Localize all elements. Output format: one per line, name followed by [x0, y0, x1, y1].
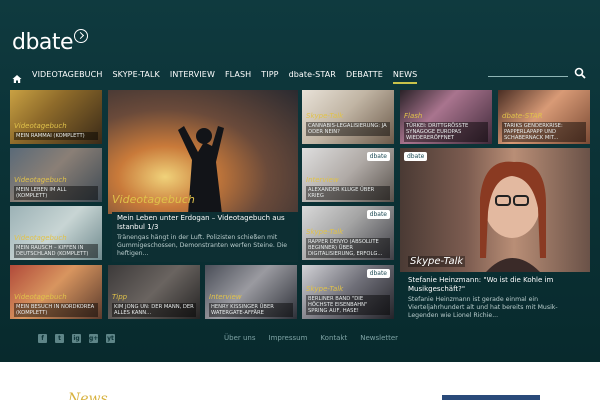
- feature2-description: Stefanie Heinzmann ist gerade einmal ein…: [408, 296, 558, 319]
- logo-play-icon: [74, 29, 88, 43]
- nav-item-videotagebuch[interactable]: VIDEOTAGEBUCH: [32, 70, 102, 79]
- tile-tuerkei-synagoge[interactable]: Flash TÜRKEI: DRITTGRÖSSTE SYNAGOGE EURO…: [400, 90, 492, 144]
- tile-caption: TARIKS GENDERKRISE: PAPPERLAPAPP UND SCH…: [502, 122, 586, 142]
- tile-tariks-genderkrise[interactable]: dbate-STAR TARIKS GENDERKRISE: PAPPERLAP…: [498, 90, 590, 144]
- nav-item-debatte[interactable]: DEBATTE: [346, 70, 383, 79]
- facebook-icon[interactable]: f: [38, 334, 47, 343]
- search-input[interactable]: [488, 64, 568, 76]
- youtube-icon[interactable]: yt: [106, 334, 115, 343]
- tile-category: Flash: [404, 112, 423, 120]
- tile-rapper-denyo[interactable]: dbate Skype-Talk RAPPER DENYO (ABSOLUTE …: [302, 206, 394, 260]
- nav-item-news[interactable]: NEWS: [392, 70, 418, 84]
- feature2-title[interactable]: Stefanie Heinzmann: "Wo ist die Kohle im…: [408, 276, 588, 294]
- tile-category: Skype-Talk: [306, 228, 344, 236]
- dbate-logo[interactable]: dbate: [12, 30, 74, 55]
- feature2-category: Skype-Talk: [408, 256, 466, 267]
- twitter-icon[interactable]: t: [55, 334, 64, 343]
- footer-link-impressum[interactable]: Impressum: [269, 334, 308, 342]
- tile-caption: MEIN RAUSCH – KIFFEN IN DEUTSCHLAND (KOM…: [14, 244, 98, 258]
- footer-links: Über uns Impressum Kontakt Newsletter: [224, 334, 398, 342]
- feature-text-box: Mein Leben unter Erdogan – Videotagebuch…: [112, 212, 298, 262]
- dbate-badge: dbate: [366, 210, 390, 219]
- tile-mein-rammai[interactable]: Videotagebuch MEIN RAMMAI (KOMPLETT): [10, 90, 102, 144]
- feature-description: Tränengas hängt in der Luft. Polizisten …: [117, 234, 288, 257]
- tile-category: Videotagebuch: [14, 234, 67, 242]
- nav-item-flash[interactable]: FLASH: [225, 70, 251, 79]
- nav-item-interview[interactable]: INTERVIEW: [170, 70, 215, 79]
- search-underline: [488, 76, 568, 77]
- tile-category: Videotagebuch: [14, 176, 67, 184]
- tile-caption: MEIN BESUCH IN NORDKOREA (KOMPLETT): [14, 303, 98, 317]
- tile-mein-besuch-nordkorea[interactable]: Videotagebuch MEIN BESUCH IN NORDKOREA (…: [10, 265, 102, 319]
- person-portrait-icon: [480, 161, 546, 272]
- instagram-icon[interactable]: ig: [72, 334, 81, 343]
- dbate-badge: dbate: [366, 269, 390, 278]
- tile-henry-kissinger[interactable]: Interview HENRY KISSINGER ÜBER WATERGATE…: [205, 265, 297, 319]
- home-icon[interactable]: [12, 69, 22, 83]
- tile-category: Skype-Talk: [306, 285, 344, 293]
- footer-link-kontakt[interactable]: Kontakt: [320, 334, 347, 342]
- dbate-badge: dbate: [366, 152, 390, 161]
- tile-mein-rausch[interactable]: Videotagebuch MEIN RAUSCH – KIFFEN IN DE…: [10, 206, 102, 260]
- tile-category: Skype-Talk: [306, 112, 344, 120]
- tile-cannabis[interactable]: Skype-Talk CANNABIS-LEGALISIERUNG: JA OD…: [302, 90, 394, 144]
- tile-kim-jong-un[interactable]: Tipp KIM JONG UN: DER MANN, DER ALLES KA…: [108, 265, 200, 319]
- hero-stage: dbate VIDEOTAGEBUCH SKYPE-TALK INTERVIEW…: [0, 0, 600, 362]
- news-sidebar-bar: [442, 395, 540, 400]
- tile-caption: BERLINER BAND "DIE HÖCHSTE EISENBAHN" SP…: [306, 295, 390, 315]
- tile-caption: TÜRKEI: DRITTGRÖSSTE SYNAGOGE EUROPAS WI…: [404, 122, 488, 142]
- nav-item-tipp[interactable]: TIPP: [261, 70, 278, 79]
- nav-item-skype-talk[interactable]: SKYPE-TALK: [112, 70, 159, 79]
- news-heading: News: [68, 391, 108, 400]
- tile-mein-leben-im-all[interactable]: Videotagebuch MEIN LEBEN IM ALL (KOMPLET…: [10, 148, 102, 202]
- main-nav: VIDEOTAGEBUCH SKYPE-TALK INTERVIEW FLASH…: [12, 66, 418, 84]
- feature-category: Videotagebuch: [112, 193, 195, 206]
- footer-link-newsletter[interactable]: Newsletter: [360, 334, 398, 342]
- tile-category: Videotagebuch: [14, 293, 67, 301]
- tile-caption: CANNABIS-LEGALISIERUNG: JA ODER NEIN?: [306, 122, 390, 136]
- tile-category: Interview: [306, 176, 339, 184]
- tile-die-hoechste-eisenbahn[interactable]: dbate Skype-Talk BERLINER BAND "DIE HÖCH…: [302, 265, 394, 319]
- tile-caption: ALEXANDER KLUGE ÜBER KRIEG: [306, 186, 390, 200]
- tile-alexander-kluge[interactable]: dbate Interview ALEXANDER KLUGE ÜBER KRI…: [302, 148, 394, 202]
- social-links: f t ig g+ yt: [38, 334, 115, 343]
- google-plus-icon[interactable]: g+: [89, 334, 98, 343]
- tile-category: Videotagebuch: [14, 122, 67, 130]
- tile-caption: KIM JONG UN: DER MANN, DER ALLES KANN...: [112, 303, 196, 317]
- feature-title[interactable]: Mein Leben unter Erdogan – Videotagebuch…: [117, 214, 293, 232]
- tile-caption: MEIN RAMMAI (KOMPLETT): [14, 132, 98, 140]
- tile-caption: MEIN LEBEN IM ALL (KOMPLETT): [14, 186, 98, 200]
- tile-category: Interview: [209, 293, 242, 301]
- tile-caption: RAPPER DENYO (ABSOLUTE BEGINNER) ÜBER DI…: [306, 238, 390, 258]
- footer-link-ueber-uns[interactable]: Über uns: [224, 334, 256, 342]
- tile-category: dbate-STAR: [502, 112, 543, 120]
- tile-category: Tipp: [112, 293, 128, 301]
- tile-caption: HENRY KISSINGER ÜBER WATERGATE-AFFÄRE: [209, 303, 293, 317]
- feature2-text-box: Stefanie Heinzmann: "Wo ist die Kohle im…: [404, 274, 592, 322]
- nav-item-dbate-star[interactable]: dbate-STAR: [289, 70, 336, 79]
- search-icon[interactable]: [574, 64, 586, 79]
- feature-skype-heinzmann[interactable]: dbate: [400, 148, 590, 272]
